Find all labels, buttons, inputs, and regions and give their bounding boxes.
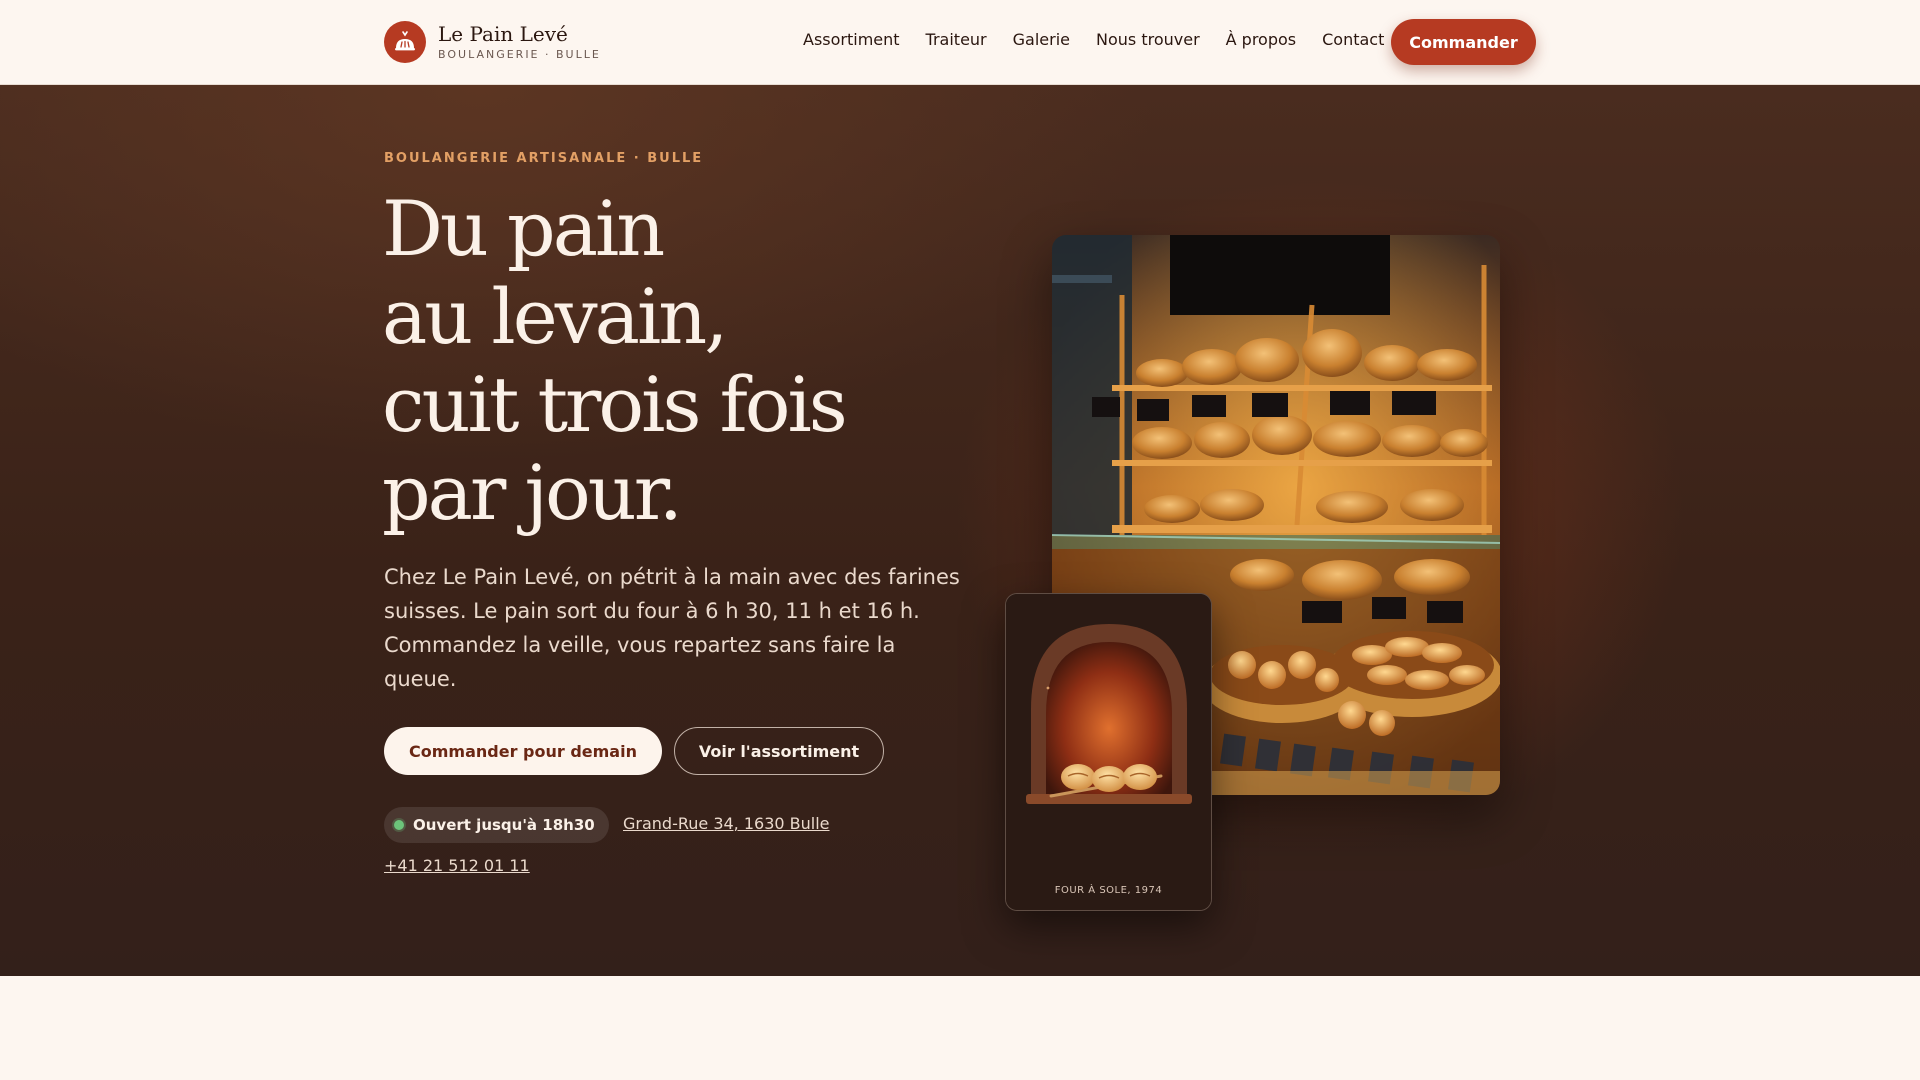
oven-caption: FOUR À SOLE, 1974 xyxy=(1054,885,1163,896)
hero-headline: Du pain au levain, cuit trois fois par j… xyxy=(382,185,942,537)
brand-logo-link[interactable]: Le Pain Levé BOULANGERIE · BULLE xyxy=(384,20,601,64)
brand-name: Le Pain Levé xyxy=(438,22,568,46)
order-button[interactable]: Commander xyxy=(1391,19,1536,65)
order-for-tomorrow-button[interactable]: Commander pour demain xyxy=(384,727,662,775)
nav-item-traiteur[interactable]: Traiteur xyxy=(926,28,987,52)
hero-description: Chez Le Pain Levé, on pétrit à la main a… xyxy=(384,565,960,691)
nav-item-a-propos[interactable]: À propos xyxy=(1226,28,1296,52)
wood-oven-illustration xyxy=(1006,594,1211,910)
headline-line: au levain, xyxy=(382,272,728,361)
headline-line: cuit trois fois xyxy=(382,360,848,449)
hero-section: BOULANGERIE ARTISANALE · BULLE Du pain a… xyxy=(0,85,1920,976)
oven-card: FOUR À SOLE, 1974 xyxy=(1005,593,1212,911)
next-section-start xyxy=(0,976,1920,1080)
phone-link[interactable]: +41 21 512 01 11 xyxy=(384,856,530,875)
headline-line: par jour. xyxy=(382,448,683,537)
view-assortment-button[interactable]: Voir l'assortiment xyxy=(674,727,884,775)
nav-item-nous-trouver[interactable]: Nous trouver xyxy=(1096,28,1200,52)
main-nav: Assortiment Traiteur Galerie Nous trouve… xyxy=(803,28,1384,52)
bread-basket-icon xyxy=(384,21,426,63)
status-dot-icon xyxy=(394,820,404,830)
site-header: Le Pain Levé BOULANGERIE · BULLE Assorti… xyxy=(0,0,1920,85)
nav-item-galerie[interactable]: Galerie xyxy=(1013,28,1070,52)
nav-item-assortiment[interactable]: Assortiment xyxy=(803,28,900,52)
brand-tagline: BOULANGERIE · BULLE xyxy=(438,48,601,61)
address-link[interactable]: Grand-Rue 34, 1630 Bulle xyxy=(623,814,830,833)
nav-item-contact[interactable]: Contact xyxy=(1322,28,1384,52)
headline-line: Du pain xyxy=(382,184,665,273)
status-text: Ouvert jusqu'à 18h30 xyxy=(413,816,595,834)
status-badge: Ouvert jusqu'à 18h30 xyxy=(384,807,609,843)
hero-eyebrow: BOULANGERIE ARTISANALE · BULLE xyxy=(384,151,704,166)
